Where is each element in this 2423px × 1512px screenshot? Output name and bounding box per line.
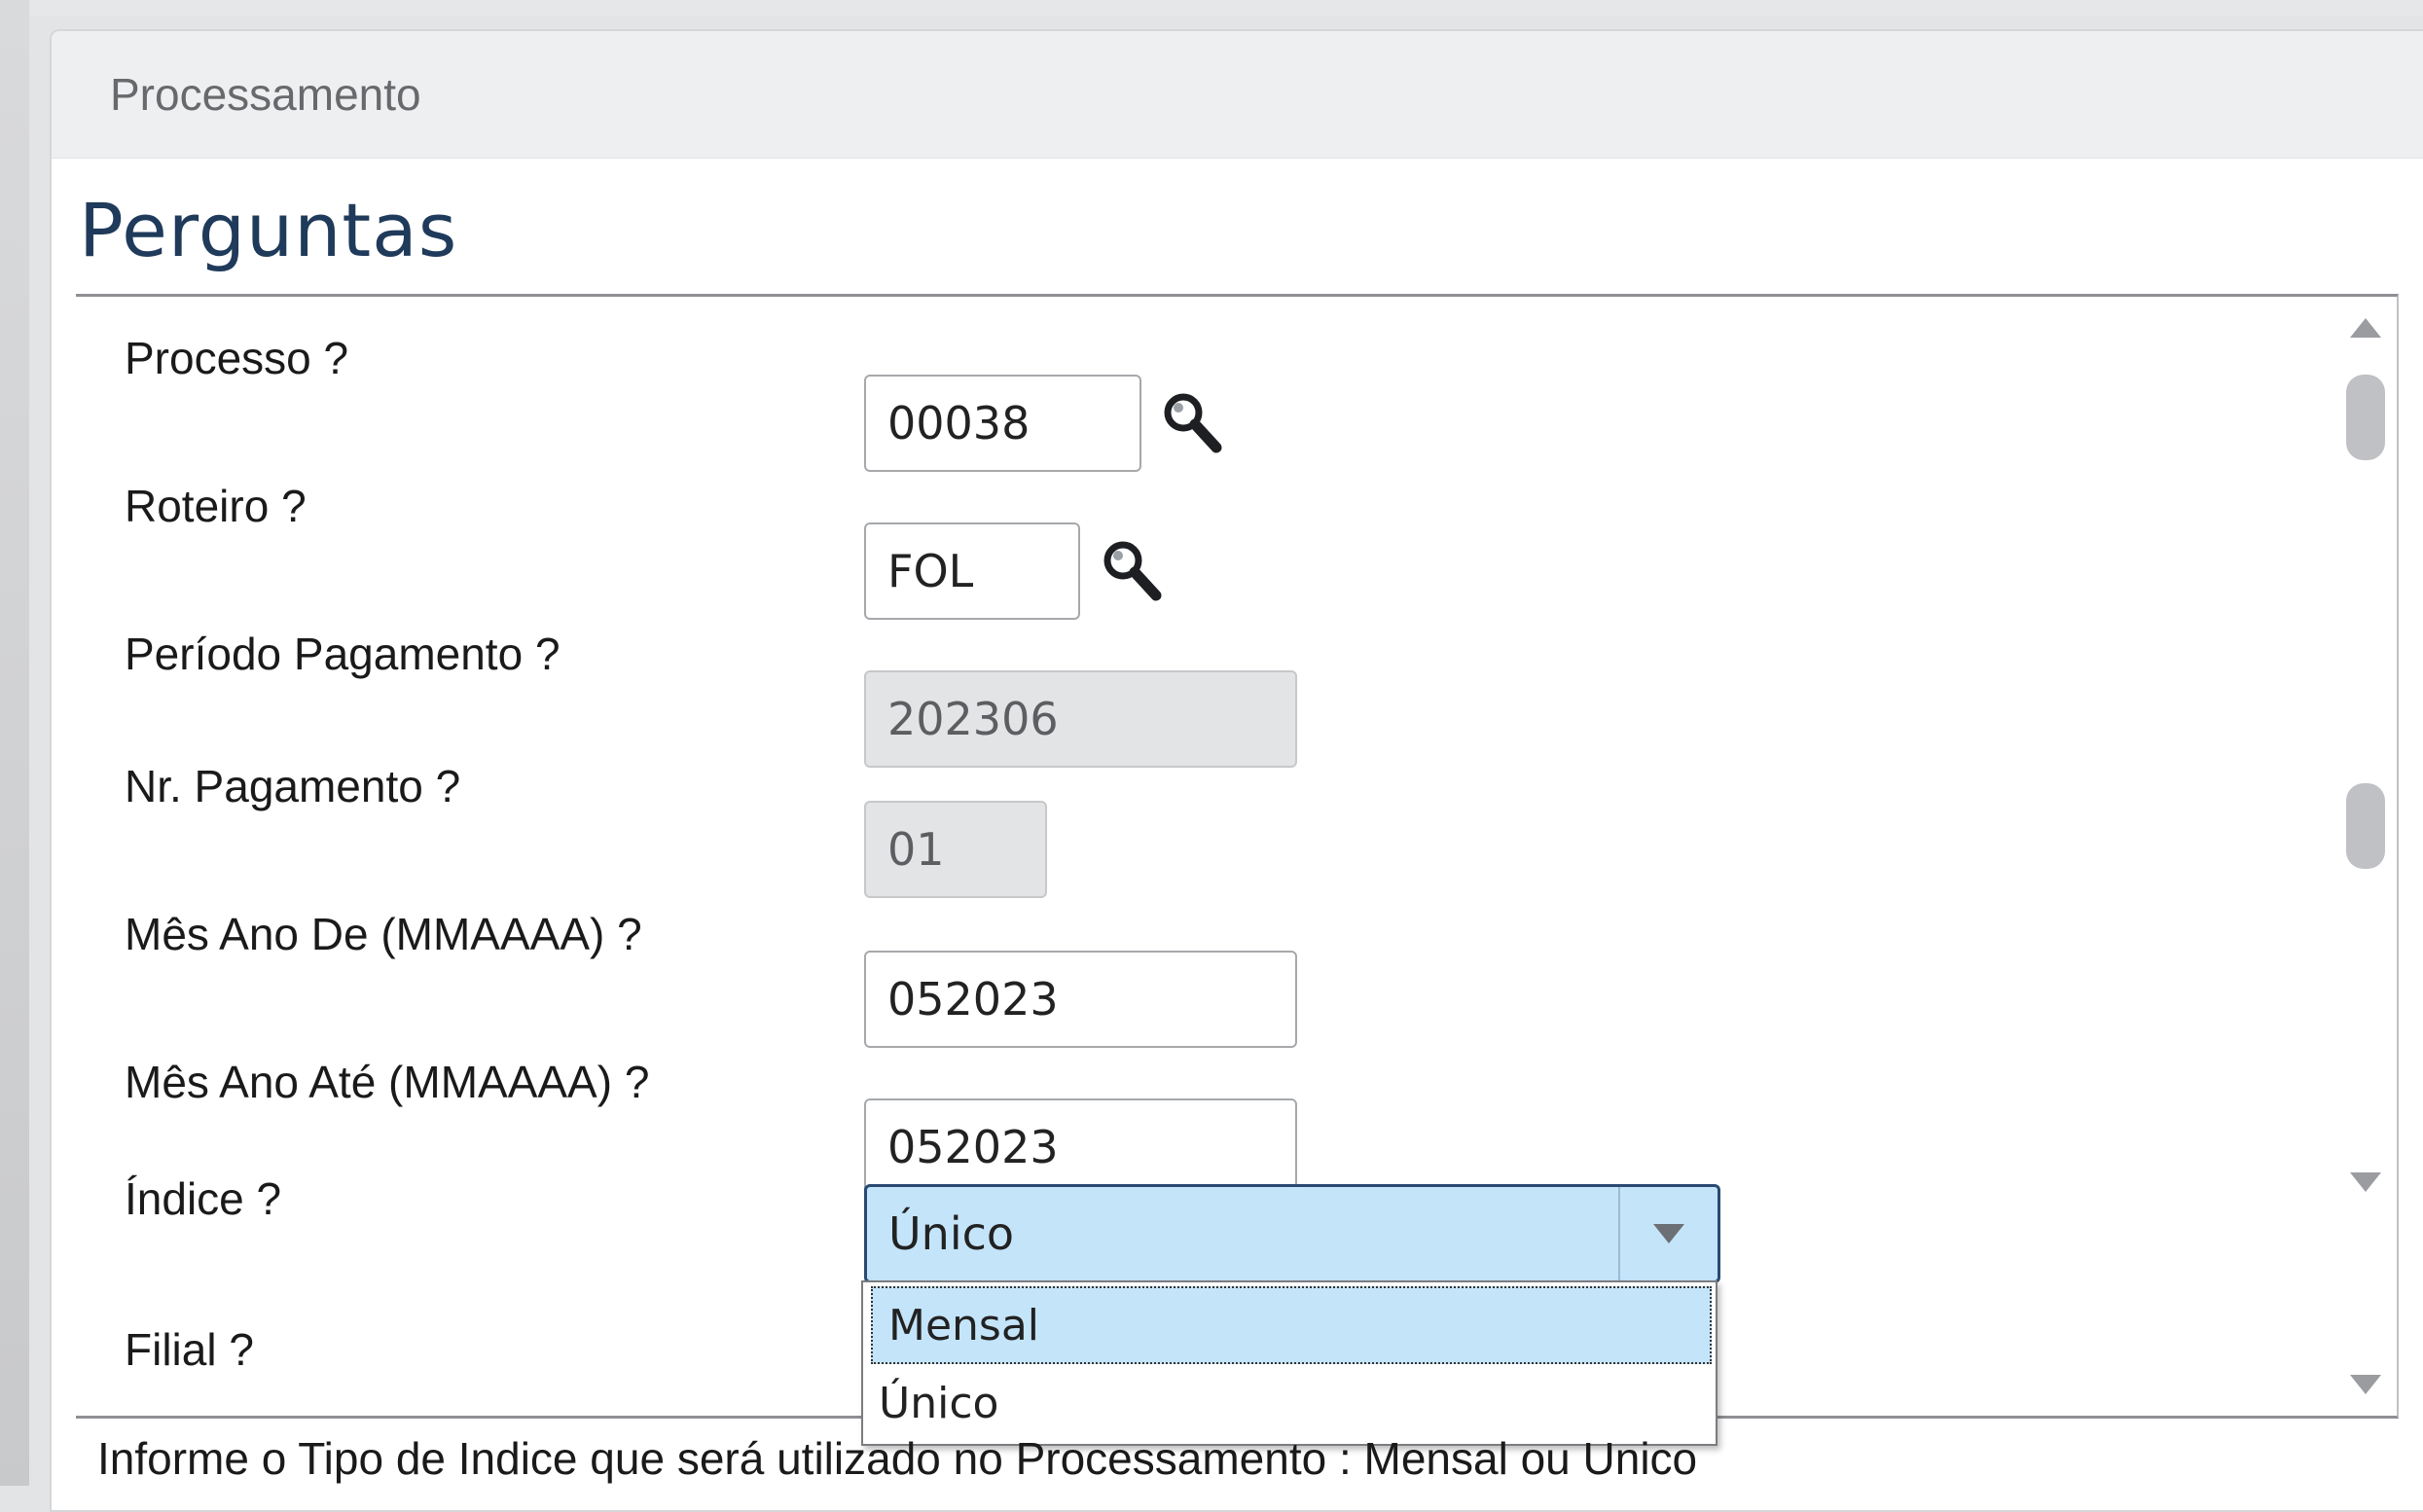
periodo-pagamento-input: 202306 — [864, 670, 1297, 768]
help-text: Informe o Tipo de Indice que será utiliz… — [97, 1433, 1698, 1484]
dialog-title: Processamento — [110, 69, 421, 120]
processo-input[interactable]: 00038 — [864, 375, 1141, 472]
scroll-down-arrow[interactable] — [2350, 1172, 2381, 1192]
processo-search-button[interactable] — [1158, 389, 1226, 457]
search-icon — [1164, 393, 1222, 453]
background-left — [0, 0, 29, 1486]
label-roteiro: Roteiro ? — [125, 481, 307, 531]
label-mes-ano-ate: Mês Ano Até (MMAAAA) ? — [125, 1057, 650, 1107]
roteiro-input[interactable]: FOL — [864, 522, 1080, 620]
scroll-thumb[interactable] — [2346, 375, 2385, 460]
mes-ano-ate-input[interactable]: 052023 — [864, 1098, 1297, 1196]
mes-ano-de-input[interactable]: 052023 — [864, 951, 1297, 1048]
label-mes-ano-de: Mês Ano De (MMAAAA) ? — [125, 909, 642, 959]
indice-option-mensal[interactable]: Mensal — [871, 1286, 1712, 1364]
label-processo: Processo ? — [125, 333, 349, 383]
scroll-up-arrow[interactable] — [2350, 318, 2381, 338]
nr-pagamento-input: 01 — [864, 801, 1047, 898]
questions-panel: Processo ? 00038 Roteiro ? FOL Período P… — [76, 294, 2399, 1419]
label-filial: Filial ? — [125, 1324, 254, 1375]
indice-select-toggle[interactable] — [1618, 1187, 1718, 1280]
section-title: Perguntas — [79, 187, 458, 273]
indice-dropdown-list: Mensal Único — [861, 1280, 1718, 1446]
dialog-header: Processamento — [52, 31, 2423, 159]
chevron-down-icon — [1653, 1224, 1684, 1243]
label-periodo-pagamento: Período Pagamento ? — [125, 629, 561, 679]
background-top — [0, 0, 2423, 16]
scroll-down-arrow[interactable] — [2350, 1375, 2381, 1394]
label-indice: Índice ? — [125, 1173, 282, 1224]
roteiro-search-button[interactable] — [1098, 537, 1166, 605]
label-nr-pagamento: Nr. Pagamento ? — [125, 761, 461, 811]
questions-scrollbar[interactable] — [2329, 297, 2397, 1416]
scroll-thumb[interactable] — [2346, 783, 2385, 869]
indice-select-value: Único — [888, 1207, 1015, 1260]
search-icon — [1103, 541, 1162, 601]
indice-select[interactable]: Único — [864, 1184, 1720, 1283]
